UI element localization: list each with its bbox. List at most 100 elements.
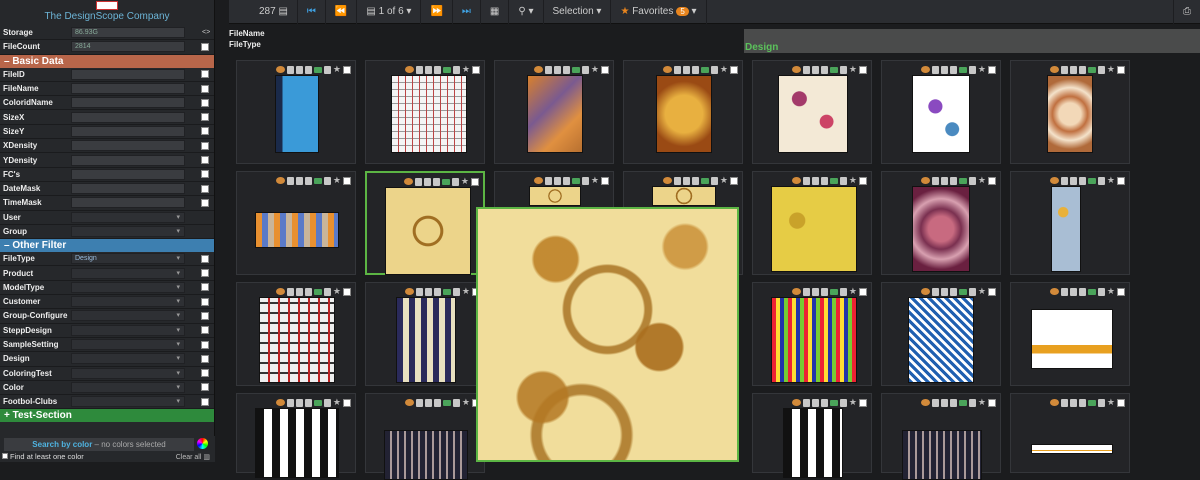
last-page-button[interactable]: ⏭ bbox=[453, 0, 481, 24]
copy-icon[interactable] bbox=[968, 398, 976, 407]
doc-icon[interactable] bbox=[940, 398, 948, 407]
copy-icon[interactable] bbox=[452, 287, 460, 296]
design-thumbnail[interactable] bbox=[1031, 309, 1113, 369]
select-checkbox[interactable] bbox=[730, 176, 738, 185]
edit-icon[interactable] bbox=[433, 398, 441, 407]
doc-icon[interactable] bbox=[295, 398, 303, 407]
info-icon[interactable] bbox=[286, 65, 294, 74]
filter-checkbox[interactable] bbox=[201, 269, 209, 278]
info-icon[interactable] bbox=[931, 398, 939, 407]
design-card[interactable]: ★ bbox=[365, 282, 485, 386]
palette-icon[interactable] bbox=[533, 66, 543, 73]
favorite-star-icon[interactable]: ★ bbox=[333, 175, 341, 186]
doc-icon[interactable] bbox=[682, 176, 690, 185]
select-checkbox[interactable] bbox=[601, 65, 609, 74]
favorite-star-icon[interactable]: ★ bbox=[1107, 286, 1115, 297]
edit-icon[interactable] bbox=[1078, 398, 1086, 407]
select-checkbox[interactable] bbox=[343, 398, 351, 407]
design-thumbnail[interactable] bbox=[396, 297, 456, 383]
edit-icon[interactable] bbox=[433, 65, 441, 74]
select-checkbox[interactable] bbox=[988, 176, 996, 185]
design-thumbnail[interactable] bbox=[778, 75, 848, 153]
design-card[interactable]: ★ bbox=[365, 171, 485, 275]
palette-icon[interactable] bbox=[791, 66, 801, 73]
select-checkbox[interactable] bbox=[1117, 287, 1125, 296]
basic-field-input[interactable] bbox=[71, 68, 185, 80]
copy-icon[interactable] bbox=[452, 398, 460, 407]
design-thumbnail[interactable] bbox=[255, 408, 339, 478]
edit-icon[interactable] bbox=[1078, 176, 1086, 185]
design-card[interactable]: ★ bbox=[236, 282, 356, 386]
edit-icon[interactable] bbox=[1078, 287, 1086, 296]
tree-icon[interactable] bbox=[313, 66, 322, 73]
tree-icon[interactable] bbox=[313, 288, 322, 295]
design-card[interactable]: ★ bbox=[881, 171, 1001, 275]
next-page-button[interactable]: ⏩ bbox=[421, 0, 453, 24]
filter-dropdown[interactable]: ▾ bbox=[71, 310, 185, 322]
tree-icon[interactable] bbox=[958, 177, 967, 184]
edit-icon[interactable] bbox=[304, 65, 312, 74]
copy-icon[interactable] bbox=[451, 177, 459, 186]
favorite-star-icon[interactable]: ★ bbox=[978, 64, 986, 75]
doc-icon[interactable] bbox=[295, 65, 303, 74]
edit-icon[interactable] bbox=[1078, 65, 1086, 74]
basic-field-input[interactable] bbox=[71, 140, 185, 152]
filter-dropdown[interactable]: ▾ bbox=[71, 339, 185, 351]
copy-icon[interactable] bbox=[452, 65, 460, 74]
copy-icon[interactable] bbox=[839, 176, 847, 185]
select-checkbox[interactable] bbox=[1117, 398, 1125, 407]
design-card[interactable]: ★ bbox=[623, 60, 743, 164]
doc-icon[interactable] bbox=[1069, 398, 1077, 407]
copy-icon[interactable] bbox=[1097, 65, 1105, 74]
design-card[interactable]: ★ bbox=[881, 282, 1001, 386]
info-icon[interactable] bbox=[931, 65, 939, 74]
edit-icon[interactable] bbox=[304, 398, 312, 407]
design-card[interactable]: ★ bbox=[1010, 171, 1130, 275]
select-checkbox[interactable] bbox=[988, 398, 996, 407]
tree-icon[interactable] bbox=[313, 399, 322, 406]
clear-all-button[interactable]: Clear all ▥ bbox=[176, 453, 210, 461]
basic-dropdown[interactable]: ▾ bbox=[71, 226, 185, 237]
tree-icon[interactable] bbox=[442, 399, 451, 406]
design-thumbnail[interactable] bbox=[912, 186, 970, 272]
copy-icon[interactable] bbox=[323, 398, 331, 407]
copy-icon[interactable] bbox=[323, 65, 331, 74]
favorite-star-icon[interactable]: ★ bbox=[462, 397, 470, 408]
filter-dropdown[interactable]: ▾ bbox=[71, 396, 185, 408]
info-icon[interactable] bbox=[673, 176, 681, 185]
select-checkbox[interactable] bbox=[988, 65, 996, 74]
doc-icon[interactable] bbox=[1069, 65, 1077, 74]
palette-icon[interactable] bbox=[920, 177, 930, 184]
design-thumbnail[interactable] bbox=[527, 75, 583, 153]
copy-icon[interactable] bbox=[323, 287, 331, 296]
copy-icon[interactable] bbox=[1097, 398, 1105, 407]
design-thumbnail[interactable] bbox=[783, 408, 843, 478]
filter-checkbox[interactable] bbox=[201, 397, 209, 406]
palette-icon[interactable] bbox=[275, 288, 285, 295]
design-card[interactable]: ★ bbox=[494, 60, 614, 164]
palette-icon[interactable] bbox=[791, 399, 801, 406]
palette-icon[interactable] bbox=[1049, 66, 1059, 73]
tree-icon[interactable] bbox=[829, 399, 838, 406]
filter-dropdown[interactable]: ▾ bbox=[71, 281, 185, 293]
edit-icon[interactable] bbox=[820, 398, 828, 407]
search-button[interactable]: ⚲ ▾ bbox=[509, 0, 544, 24]
favorite-star-icon[interactable]: ★ bbox=[333, 397, 341, 408]
doc-icon[interactable] bbox=[424, 65, 432, 74]
palette-icon[interactable] bbox=[920, 399, 930, 406]
palette-icon[interactable] bbox=[275, 399, 285, 406]
favorite-star-icon[interactable]: ★ bbox=[591, 175, 599, 186]
select-checkbox[interactable] bbox=[343, 176, 351, 185]
copy-icon[interactable] bbox=[839, 287, 847, 296]
copy-icon[interactable] bbox=[839, 65, 847, 74]
tree-icon[interactable] bbox=[1087, 177, 1096, 184]
doc-icon[interactable] bbox=[811, 287, 819, 296]
copy-icon[interactable] bbox=[968, 176, 976, 185]
basic-field-checkbox[interactable] bbox=[201, 98, 209, 107]
edit-icon[interactable] bbox=[820, 65, 828, 74]
favorite-star-icon[interactable]: ★ bbox=[462, 64, 470, 75]
filter-dropdown[interactable]: ▾ bbox=[71, 324, 185, 336]
edit-icon[interactable] bbox=[949, 287, 957, 296]
edit-icon[interactable] bbox=[432, 177, 440, 186]
design-card[interactable]: ★ bbox=[881, 393, 1001, 480]
